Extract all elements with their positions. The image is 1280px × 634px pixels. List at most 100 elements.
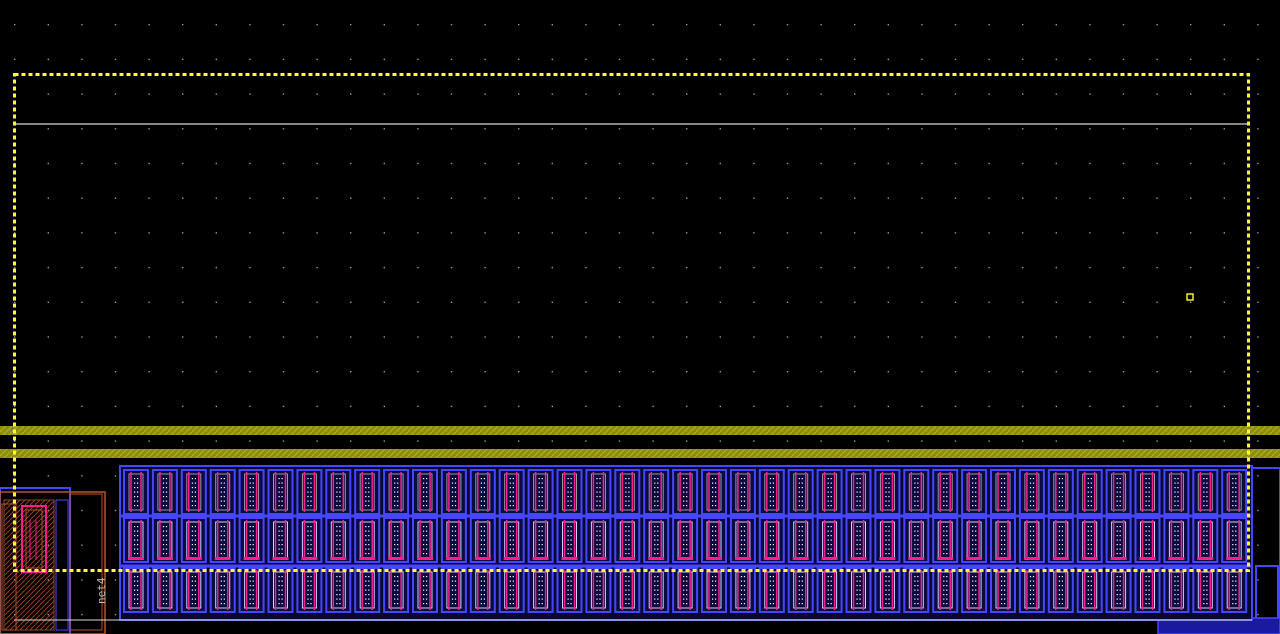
net-label-text[interactable]: net4 <box>95 564 108 605</box>
transistor-cell[interactable] <box>556 517 583 563</box>
transistor-cell[interactable] <box>440 567 467 613</box>
transistor-cell[interactable] <box>1192 567 1219 613</box>
transistor-cell[interactable] <box>614 567 641 613</box>
transistor-cell[interactable] <box>903 567 930 613</box>
transistor-cell[interactable] <box>585 469 612 515</box>
power-rail-top[interactable] <box>0 426 1280 435</box>
transistor-cell[interactable] <box>729 517 756 563</box>
transistor-cell[interactable] <box>614 469 641 515</box>
transistor-cell[interactable] <box>758 469 785 515</box>
transistor-cell[interactable] <box>354 469 381 515</box>
transistor-cell[interactable] <box>123 469 149 515</box>
transistor-cell[interactable] <box>932 517 959 563</box>
transistor-cell[interactable] <box>990 469 1016 515</box>
transistor-cell[interactable] <box>614 517 641 563</box>
transistor-cell[interactable] <box>787 517 814 563</box>
transistor-cell[interactable] <box>440 469 467 515</box>
transistor-cell[interactable] <box>1105 567 1132 613</box>
transistor-cell[interactable] <box>556 469 583 515</box>
transistor-cell[interactable] <box>412 469 438 515</box>
transistor-cell[interactable] <box>701 567 727 613</box>
transistor-cell[interactable] <box>845 469 872 515</box>
transistor-cell[interactable] <box>585 567 612 613</box>
transistor-cell[interactable] <box>527 469 554 515</box>
transistor-cell[interactable] <box>1163 517 1190 563</box>
transistor-cell[interactable] <box>556 567 583 613</box>
transistor-cell[interactable] <box>1221 517 1248 563</box>
transistor-cell[interactable] <box>296 469 323 515</box>
transistor-cell[interactable] <box>180 567 207 613</box>
transistor-cell[interactable] <box>932 567 959 613</box>
transistor-cell[interactable] <box>296 517 323 563</box>
transistor-cell[interactable] <box>961 469 988 515</box>
transistor-cell[interactable] <box>469 567 496 613</box>
transistor-cell[interactable] <box>209 567 236 613</box>
transistor-cell[interactable] <box>267 517 294 563</box>
transistor-cell[interactable] <box>672 567 699 613</box>
transistor-cell[interactable] <box>123 517 149 563</box>
transistor-cell[interactable] <box>903 517 930 563</box>
transistor-cell[interactable] <box>1163 567 1190 613</box>
transistor-cell[interactable] <box>1076 567 1103 613</box>
transistor-cell[interactable] <box>643 567 670 613</box>
transistor-cell[interactable] <box>383 517 410 563</box>
transistor-cell[interactable] <box>932 469 959 515</box>
transistor-cell[interactable] <box>325 517 352 563</box>
transistor-cell[interactable] <box>412 567 438 613</box>
transistor-cell[interactable] <box>874 469 901 515</box>
transistor-cell[interactable] <box>1076 517 1103 563</box>
power-rails[interactable] <box>0 426 1280 458</box>
transistor-cell[interactable] <box>787 469 814 515</box>
transistor-cell[interactable] <box>672 517 699 563</box>
transistor-cell[interactable] <box>180 517 207 563</box>
transistor-cell[interactable] <box>1018 517 1045 563</box>
transistor-cell[interactable] <box>758 517 785 563</box>
transistor-cell[interactable] <box>383 469 410 515</box>
transistor-cell[interactable] <box>845 517 872 563</box>
transistor-cell[interactable] <box>325 567 352 613</box>
transistor-cell[interactable] <box>440 517 467 563</box>
transistor-cell[interactable] <box>325 469 352 515</box>
power-rail-bottom[interactable] <box>0 449 1280 458</box>
transistor-cell[interactable] <box>874 517 901 563</box>
transistor-cell[interactable] <box>209 469 236 515</box>
transistor-cell[interactable] <box>758 567 785 613</box>
transistor-cell[interactable] <box>1047 567 1074 613</box>
layout-drawing[interactable] <box>0 0 1280 634</box>
transistor-cell[interactable] <box>1134 469 1161 515</box>
transistor-cell[interactable] <box>816 517 843 563</box>
transistor-cell[interactable] <box>643 517 670 563</box>
transistor-cell[interactable] <box>990 517 1016 563</box>
transistor-cell[interactable] <box>469 517 496 563</box>
transistor-cell[interactable] <box>267 567 294 613</box>
transistor-cell[interactable] <box>469 469 496 515</box>
transistor-cell[interactable] <box>180 469 207 515</box>
transistor-cell[interactable] <box>903 469 930 515</box>
transistor-cell[interactable] <box>1192 469 1219 515</box>
transistor-cell[interactable] <box>701 469 727 515</box>
transistor-cell[interactable] <box>151 469 178 515</box>
transistor-cell[interactable] <box>816 567 843 613</box>
transistor-cell-array[interactable] <box>119 465 1253 621</box>
transistor-cell[interactable] <box>990 567 1016 613</box>
transistor-cell[interactable] <box>1134 567 1161 613</box>
transistor-cell[interactable] <box>729 567 756 613</box>
layout-canvas[interactable]: net4 <box>0 0 1280 634</box>
transistor-cell[interactable] <box>1105 517 1132 563</box>
transistor-cell[interactable] <box>585 517 612 563</box>
transistor-cell[interactable] <box>1134 517 1161 563</box>
transistor-cell[interactable] <box>643 469 670 515</box>
transistor-cell[interactable] <box>787 567 814 613</box>
transistor-cell[interactable] <box>527 517 554 563</box>
transistor-cell[interactable] <box>1163 469 1190 515</box>
transistor-cell[interactable] <box>123 567 149 613</box>
selection-marker[interactable] <box>1186 293 1194 301</box>
transistor-cell[interactable] <box>874 567 901 613</box>
transistor-cell[interactable] <box>238 567 265 613</box>
transistor-cell[interactable] <box>412 517 438 563</box>
transistor-cell[interactable] <box>354 567 381 613</box>
transistor-cell[interactable] <box>267 469 294 515</box>
transistor-cell[interactable] <box>209 517 236 563</box>
transistor-cell[interactable] <box>961 567 988 613</box>
transistor-cell[interactable] <box>238 469 265 515</box>
